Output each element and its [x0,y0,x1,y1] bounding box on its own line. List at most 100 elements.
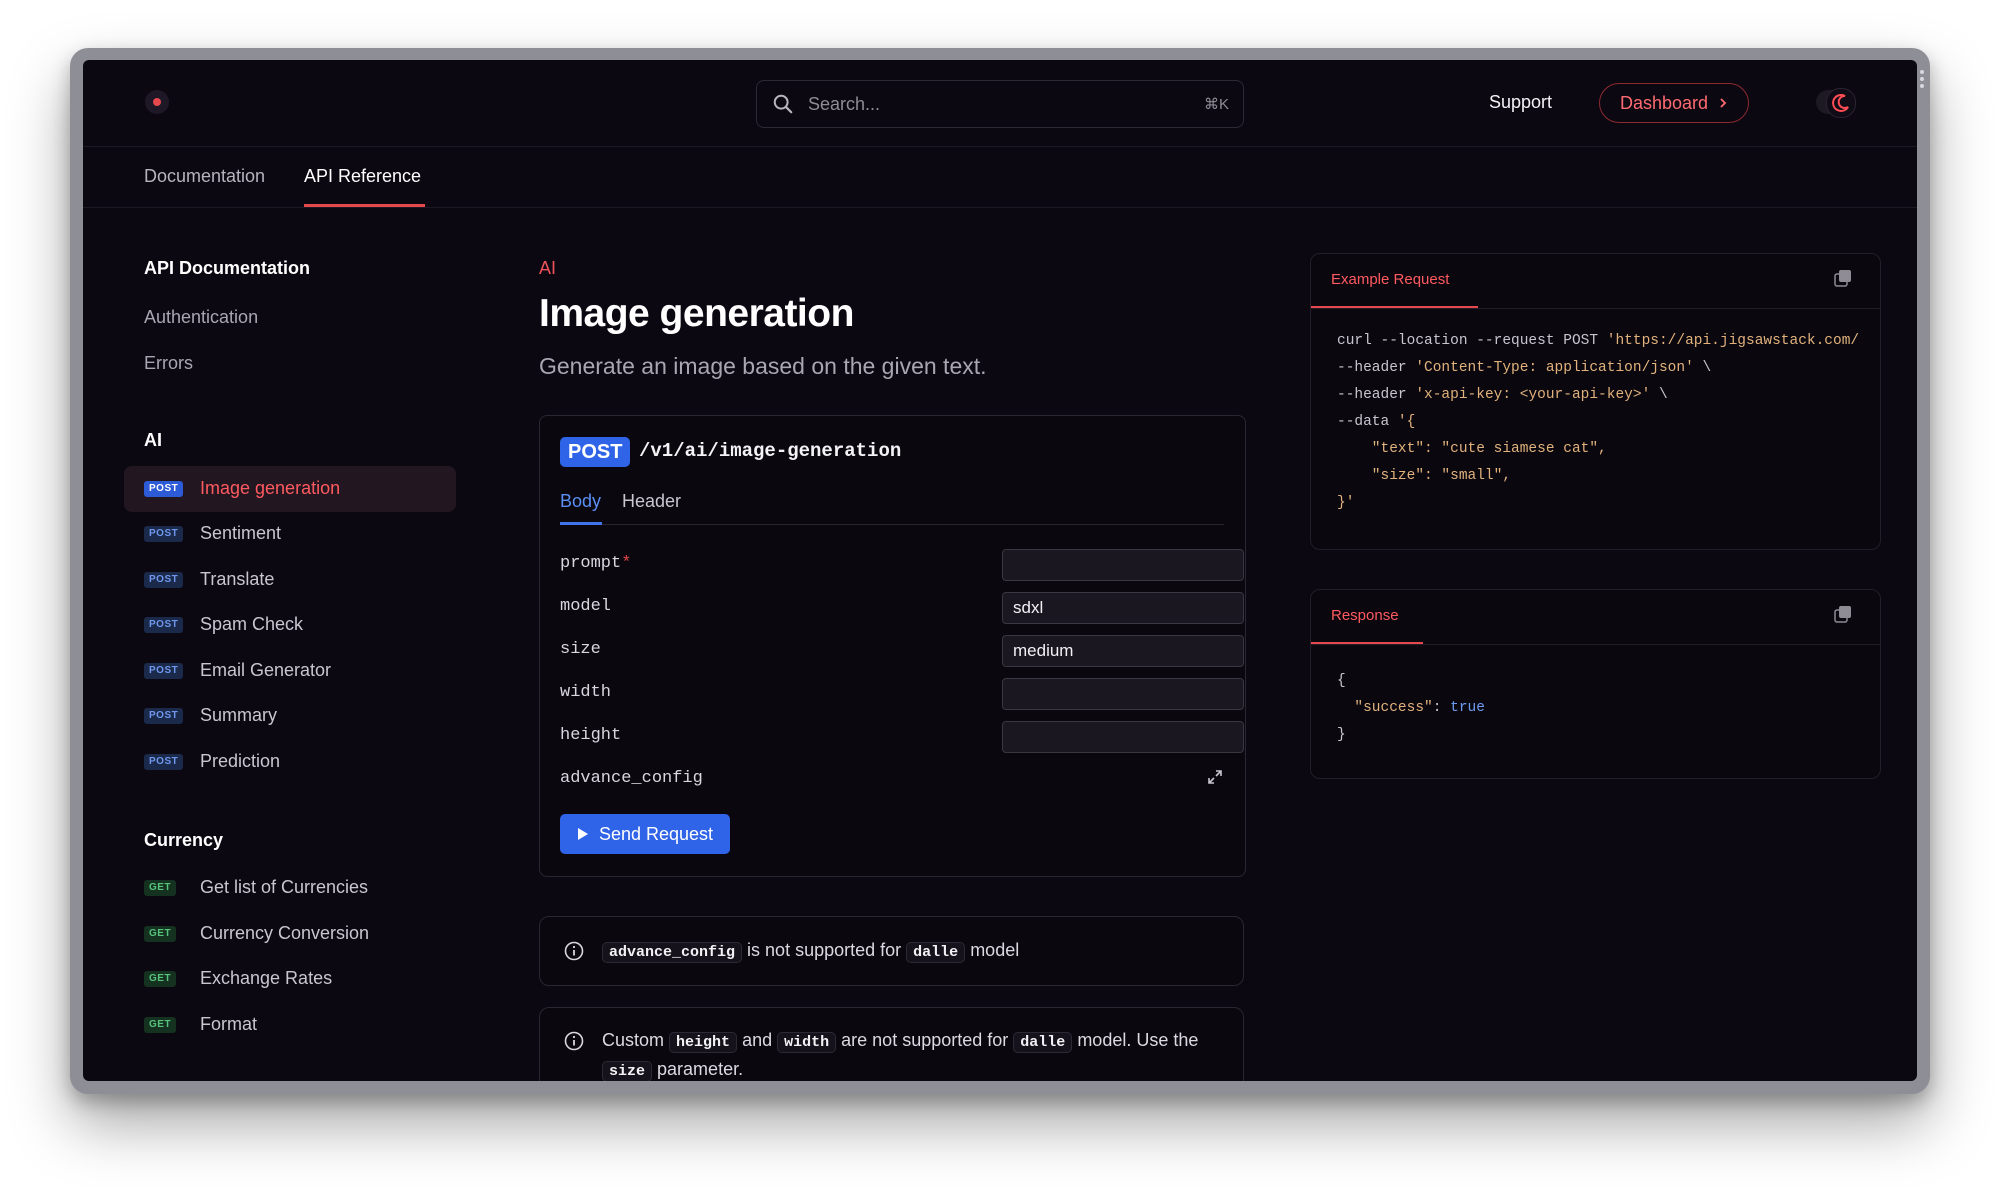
breadcrumb[interactable]: AI [539,258,556,279]
theme-toggle[interactable] [1816,88,1856,118]
info-note-advance-config: advance_config is not supported for dall… [539,916,1244,986]
tab-divider [560,524,1224,525]
field-label-height: height [560,726,622,745]
field-label-advance-config: advance_config [560,769,703,788]
example-request-panel: Example Request curl --location --reques… [1310,253,1881,550]
response-panel: Response { "success": true } [1310,589,1881,779]
sidebar-item-label: Translate [200,569,275,589]
tab-response[interactable]: Response [1331,607,1399,624]
code-line: curl --location --request POST 'https://… [1337,333,1860,349]
field-label-width: width [560,683,612,702]
top-bar: Search... ⌘K Support Dashboard [83,60,1917,147]
note-text: advance_config is not supported for dall… [602,937,1219,966]
toggle-knob [1826,88,1856,118]
info-icon [564,1031,584,1051]
search-shortcut: ⌘K [1203,96,1229,113]
code-line: --header 'Content-Type: application/json… [1337,360,1712,376]
sidebar-item-label: Prediction [200,751,281,771]
expand-icon[interactable] [1207,769,1223,785]
method-badge: POST [144,754,184,770]
sidebar-section-ai: AI [144,430,162,450]
field-label-size: size [560,640,601,659]
sidebar-item-translate[interactable]: POST Translate [124,557,456,603]
method-badge: GET [144,880,177,896]
tab-api-reference[interactable]: API Reference [304,166,421,187]
sidebar-item-spam-check[interactable]: POST Spam Check [124,602,456,648]
sidebar-item-image-generation[interactable]: POST Image generation [124,466,456,512]
model-input[interactable]: sdxl [1002,592,1244,624]
sidebar-item-label: Currency Conversion [200,923,370,943]
sidebar-item-email-generator[interactable]: POST Email Generator [124,648,456,694]
method-badge: POST [144,572,184,588]
nav-tabs: Documentation API Reference [83,146,1917,208]
sidebar-item-exchange-rates[interactable]: GET Exchange Rates [124,956,456,1002]
method-badge: POST [144,526,184,542]
response-code: { "success": true } [1337,673,1485,743]
chevron-right-icon [1720,98,1727,108]
search-placeholder: Search... [808,94,881,114]
tab-example-request[interactable]: Example Request [1331,271,1449,288]
info-note-custom-size: Custom height and width are not supporte… [539,1007,1244,1081]
sidebar-link-authentication[interactable]: Authentication [144,307,258,328]
panel-divider [1311,308,1880,309]
response-value: true [1450,700,1485,716]
sidebar-item-prediction[interactable]: POST Prediction [124,739,456,785]
sidebar-item-get-list-of-currencies[interactable]: GET Get list of Currencies [124,865,456,911]
page-subtitle: Generate an image based on the given tex… [539,353,987,379]
required-marker: * [621,554,632,573]
code-line: --header 'x-api-key: <your-api-key>' \ [1337,387,1668,403]
panel-divider [1311,644,1880,645]
support-link[interactable]: Support [1489,92,1552,113]
sidebar-item-sentiment[interactable]: POST Sentiment [124,511,456,557]
copy-icon[interactable] [1834,605,1852,623]
page-title: Image generation [539,292,854,335]
logo-icon[interactable] [145,90,169,114]
play-icon [577,828,588,840]
field-label-model: model [560,597,612,616]
width-input[interactable] [1002,678,1244,710]
app-screen: Search... ⌘K Support Dashboard Documenta… [83,60,1917,1081]
sidebar-item-label: Format [200,1014,258,1034]
field-label-prompt: prompt* [560,554,632,573]
sidebar-item-label: Image generation [200,478,341,498]
method-badge-post: POST [560,437,631,467]
send-request-button[interactable]: Send Request [560,814,730,854]
method-badge: POST [144,708,184,724]
sidebar-item-label: Email Generator [200,660,332,680]
sidebar-link-errors[interactable]: Errors [144,353,193,374]
note-text: Custom height and width are not supporte… [602,1030,1199,1081]
send-request-label: Send Request [598,823,714,844]
endpoint-path: /v1/ai/image-generation [639,440,902,462]
code-line: "size": "small", [1337,468,1512,484]
dashboard-button[interactable]: Dashboard [1599,83,1749,123]
sidebar-item-label: Sentiment [200,523,282,543]
search-icon [773,94,793,114]
search-input[interactable]: Search... ⌘K [756,80,1244,128]
size-input[interactable]: medium [1002,635,1244,667]
method-badge: GET [144,1017,177,1033]
sidebar-item-label: Get list of Currencies [200,877,369,897]
copy-icon[interactable] [1834,269,1852,287]
method-badge: GET [144,971,177,987]
tab-body[interactable]: Body [560,491,601,512]
sidebar-item-format[interactable]: GET Format [124,1002,456,1048]
sidebar-item-summary[interactable]: POST Summary [124,693,456,739]
method-badge: GET [144,926,177,942]
prompt-input[interactable] [1002,549,1244,581]
method-badge: POST [144,617,184,633]
height-input[interactable] [1002,721,1244,753]
dashboard-label: Dashboard [1619,92,1709,113]
tab-header[interactable]: Header [622,491,681,512]
window-resize-handle[interactable] [1919,70,1925,91]
code-line: }' [1337,495,1355,511]
method-badge: POST [144,663,184,679]
sidebar-item-currency-conversion[interactable]: GET Currency Conversion [124,911,456,957]
method-badge: POST [144,481,184,497]
info-icon [564,941,584,961]
code-line: "text": "cute siamese cat", [1337,441,1607,457]
active-tab-indicator [304,204,425,207]
tab-documentation[interactable]: Documentation [144,166,265,187]
sidebar-item-label: Exchange Rates [200,968,333,988]
moon-icon [1832,94,1849,112]
response-key: "success" [1354,700,1433,716]
